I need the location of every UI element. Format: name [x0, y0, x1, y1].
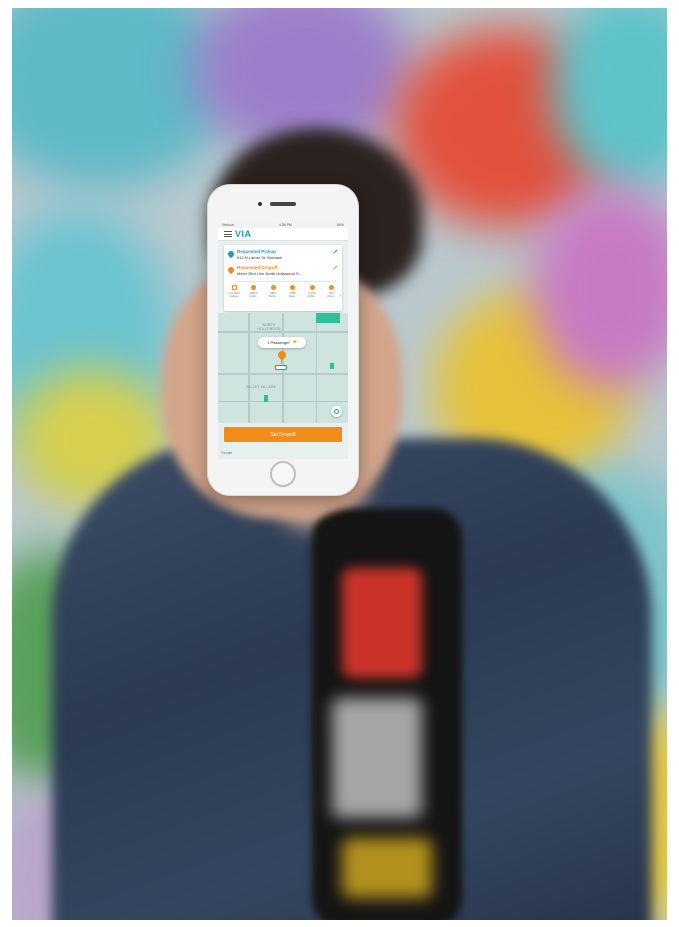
passenger-selector[interactable]: 1 Passenger + — [258, 337, 306, 348]
suggestion-item[interactable]: 9851 Brock... — [266, 285, 280, 307]
map-pin-icon — [276, 349, 288, 361]
dropoff-title: Requested Dropoff — [237, 265, 278, 270]
suggestion-item[interactable]: 4-10 N. El Mo... — [305, 285, 319, 307]
suggestion-item[interactable]: Live Work Cabana — [227, 285, 241, 307]
suggestion-line: Petun... — [327, 294, 337, 298]
battery-label: 84% — [336, 222, 344, 227]
suggestion-item[interactable]: 2065 Sage... — [286, 285, 300, 307]
clock-icon — [270, 285, 276, 290]
suggestion-item[interactable]: 1000 S Avalo... — [247, 285, 261, 307]
dropoff-pin-icon — [226, 265, 236, 275]
suggestion-list: Live Work Cabana 1000 S Avalo... 9851 Br… — [227, 285, 339, 307]
map-pin-stem — [281, 359, 282, 364]
app-header: VIA — [218, 228, 348, 241]
edit-icon[interactable] — [333, 249, 338, 254]
edit-icon[interactable] — [333, 265, 338, 270]
shirt-print — [342, 568, 422, 678]
suggestion-line: Sage... — [288, 294, 297, 298]
map-park — [330, 363, 334, 369]
map-park — [316, 313, 340, 323]
locate-button[interactable] — [331, 406, 342, 417]
clock-icon — [251, 285, 257, 290]
suggestion-line: El Mo... — [307, 294, 317, 298]
clock-icon — [309, 285, 315, 290]
locate-icon — [334, 409, 339, 414]
pickup-address: 812 N Lamer St, Burbank — [237, 255, 283, 260]
set-dropoff-button[interactable]: Set Dropoff — [224, 427, 342, 442]
divider — [237, 281, 337, 282]
suggestion-item[interactable]: 2017 Petun... — [325, 285, 339, 307]
dropoff-row[interactable]: Requested Dropoff Metro Red Line North H… — [226, 265, 338, 279]
map-attribution: Google — [221, 451, 233, 455]
pickup-row[interactable]: Requested Pickup 812 N Lamer St, Burbank — [226, 249, 338, 263]
car-icon — [275, 365, 287, 370]
suggestion-line: Brock... — [268, 294, 278, 298]
briefcase-icon — [231, 285, 237, 290]
status-bar: Verizon 4:38 PM 84% — [218, 221, 348, 228]
suggestion-line: Cabana — [229, 294, 239, 298]
map-view[interactable]: NORTH HOLLYWOOD VALLEY VILLAGE 1 Passeng… — [218, 313, 348, 423]
shirt-print — [332, 698, 422, 818]
smartphone: Verizon 4:38 PM 84% VIA Requested Pickup… — [208, 185, 358, 495]
clock-icon — [329, 285, 335, 290]
passenger-count: 1 Passenger — [267, 340, 290, 345]
clock-icon — [290, 285, 296, 290]
chevron-right-icon[interactable]: › — [339, 293, 341, 299]
camera-icon — [258, 202, 262, 206]
clock: 4:38 PM — [278, 222, 292, 227]
suggestion-line: Avalo... — [249, 294, 258, 298]
dropoff-address: Metro Red Line North Hollywood S... — [237, 271, 302, 276]
phone-screen: Verizon 4:38 PM 84% VIA Requested Pickup… — [218, 221, 348, 459]
pickup-title: Requested Pickup — [237, 249, 277, 254]
map-road — [316, 313, 317, 423]
map-road — [248, 313, 250, 423]
map-park — [264, 395, 268, 402]
speaker-grille — [270, 202, 296, 206]
plus-icon[interactable]: + — [293, 339, 297, 346]
route-card: Requested Pickup 812 N Lamer St, Burbank… — [224, 245, 342, 311]
home-button[interactable] — [270, 461, 296, 487]
pickup-pin-icon — [226, 249, 236, 259]
map-label-north-hollywood: NORTH HOLLYWOOD — [257, 323, 281, 331]
map-label-valley-village: VALLEY VILLAGE — [245, 385, 277, 389]
menu-icon[interactable] — [224, 231, 232, 237]
carrier-label: Verizon — [222, 222, 234, 227]
app-logo: VIA — [235, 229, 252, 239]
shirt-print — [342, 838, 432, 898]
